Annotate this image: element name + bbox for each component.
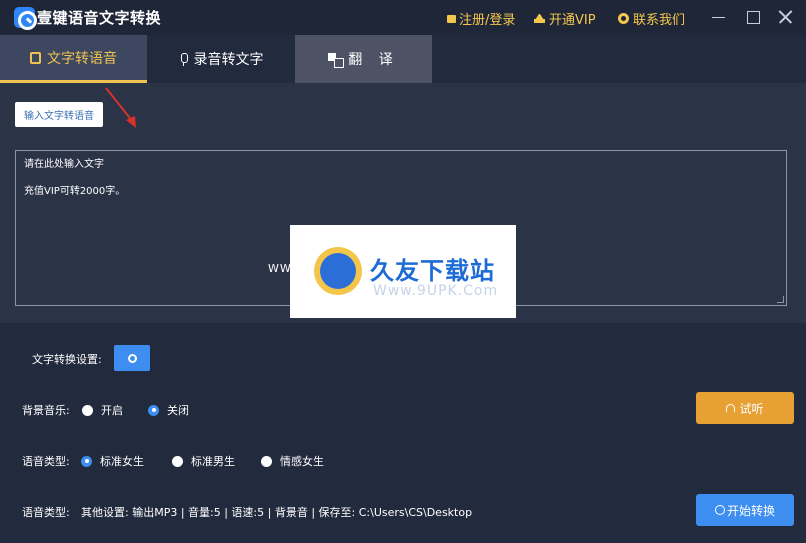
register-login-link[interactable]: 注册/登录 bbox=[447, 9, 515, 28]
contact-us-label: 联系我们 bbox=[633, 13, 686, 28]
start-conversion-button[interactable]: 开始转换 bbox=[696, 494, 794, 526]
textarea-vip-hint: 充值VIP可转2000字。 bbox=[24, 186, 126, 197]
app-title: 壹键语音文字转换 bbox=[37, 9, 162, 27]
tab-translate[interactable]: 翻 译 bbox=[295, 35, 432, 83]
conversion-settings-label: 文字转换设置: bbox=[32, 353, 102, 366]
title-bar: 壹键语音文字转换 注册/登录 开通VIP 联系我们 bbox=[0, 0, 806, 35]
translate-icon bbox=[328, 52, 345, 68]
voice-standard-female-radio[interactable]: 标准女生 bbox=[81, 453, 144, 469]
contact-icon bbox=[618, 13, 629, 24]
listen-button[interactable]: 试听 bbox=[696, 392, 794, 424]
start-icon bbox=[714, 505, 725, 515]
radio-dot-icon bbox=[172, 455, 183, 467]
user-card-icon bbox=[447, 14, 456, 23]
radio-label: 标准男生 bbox=[191, 455, 235, 468]
voice-type-label: 语音类型: bbox=[22, 455, 70, 468]
radio-dot-selected-icon bbox=[148, 404, 159, 416]
resize-handle-icon[interactable] bbox=[777, 296, 784, 303]
open-vip-label: 开通VIP bbox=[549, 13, 596, 28]
contact-us-link[interactable]: 联系我们 bbox=[618, 9, 685, 28]
watermark-logo-icon bbox=[314, 247, 362, 295]
bg-music-label: 背景音乐: bbox=[22, 404, 70, 417]
tab-label: 翻 译 bbox=[348, 52, 399, 68]
open-vip-link[interactable]: 开通VIP bbox=[534, 9, 596, 28]
tab-speech-to-text[interactable]: 录音转文字 bbox=[147, 35, 295, 83]
watermark-overlay: 久友下载站 Www.9UPK.Com bbox=[290, 225, 516, 318]
red-arrow-annotation bbox=[105, 87, 136, 128]
close-button[interactable] bbox=[777, 9, 793, 25]
voice-standard-male-radio[interactable]: 标准男生 bbox=[172, 453, 235, 469]
voice-emotional-female-radio[interactable]: 情感女生 bbox=[261, 453, 324, 469]
tab-label: 录音转文字 bbox=[193, 52, 264, 68]
watermark-url: Www.9UPK.Com bbox=[373, 283, 499, 299]
register-login-label: 注册/登录 bbox=[459, 13, 516, 28]
headphones-icon bbox=[726, 404, 736, 412]
bg-music-off-radio[interactable]: 关闭 bbox=[148, 402, 189, 418]
radio-label: 开启 bbox=[101, 404, 123, 417]
tab-bar: 文字转语音 录音转文字 翻 译 bbox=[0, 35, 806, 83]
crown-icon bbox=[534, 14, 545, 23]
conversion-settings-button[interactable] bbox=[114, 345, 150, 371]
gear-icon bbox=[127, 353, 137, 363]
radio-label: 情感女生 bbox=[280, 455, 324, 468]
radio-label: 标准女生 bbox=[100, 455, 144, 468]
radio-dot-icon bbox=[82, 404, 93, 416]
text-doc-icon bbox=[30, 51, 41, 64]
bg-music-on-radio[interactable]: 开启 bbox=[82, 402, 123, 418]
listen-label: 试听 bbox=[739, 401, 764, 416]
radio-dot-icon bbox=[261, 455, 272, 467]
other-settings-summary: 其他设置: 输出MP3 | 音量:5 | 语速:5 | 背景音 | 保存至: C… bbox=[81, 506, 473, 519]
tab-text-to-speech[interactable]: 文字转语音 bbox=[0, 35, 147, 83]
summary-voice-type-label: 语音类型: bbox=[22, 506, 70, 519]
app-logo-icon bbox=[14, 7, 37, 30]
microphone-icon bbox=[179, 52, 188, 66]
tab-label: 文字转语音 bbox=[47, 50, 117, 67]
input-text-to-speech-button[interactable]: 输入文字转语音 bbox=[15, 102, 103, 127]
watermark-title: 久友下载站 bbox=[370, 257, 495, 285]
maximize-button[interactable] bbox=[747, 11, 760, 24]
minimize-button[interactable] bbox=[711, 9, 727, 25]
radio-label: 关闭 bbox=[167, 404, 189, 417]
start-label: 开始转换 bbox=[726, 503, 775, 518]
radio-dot-selected-icon bbox=[81, 455, 92, 467]
textarea-placeholder: 请在此处输入文字 bbox=[24, 159, 104, 170]
